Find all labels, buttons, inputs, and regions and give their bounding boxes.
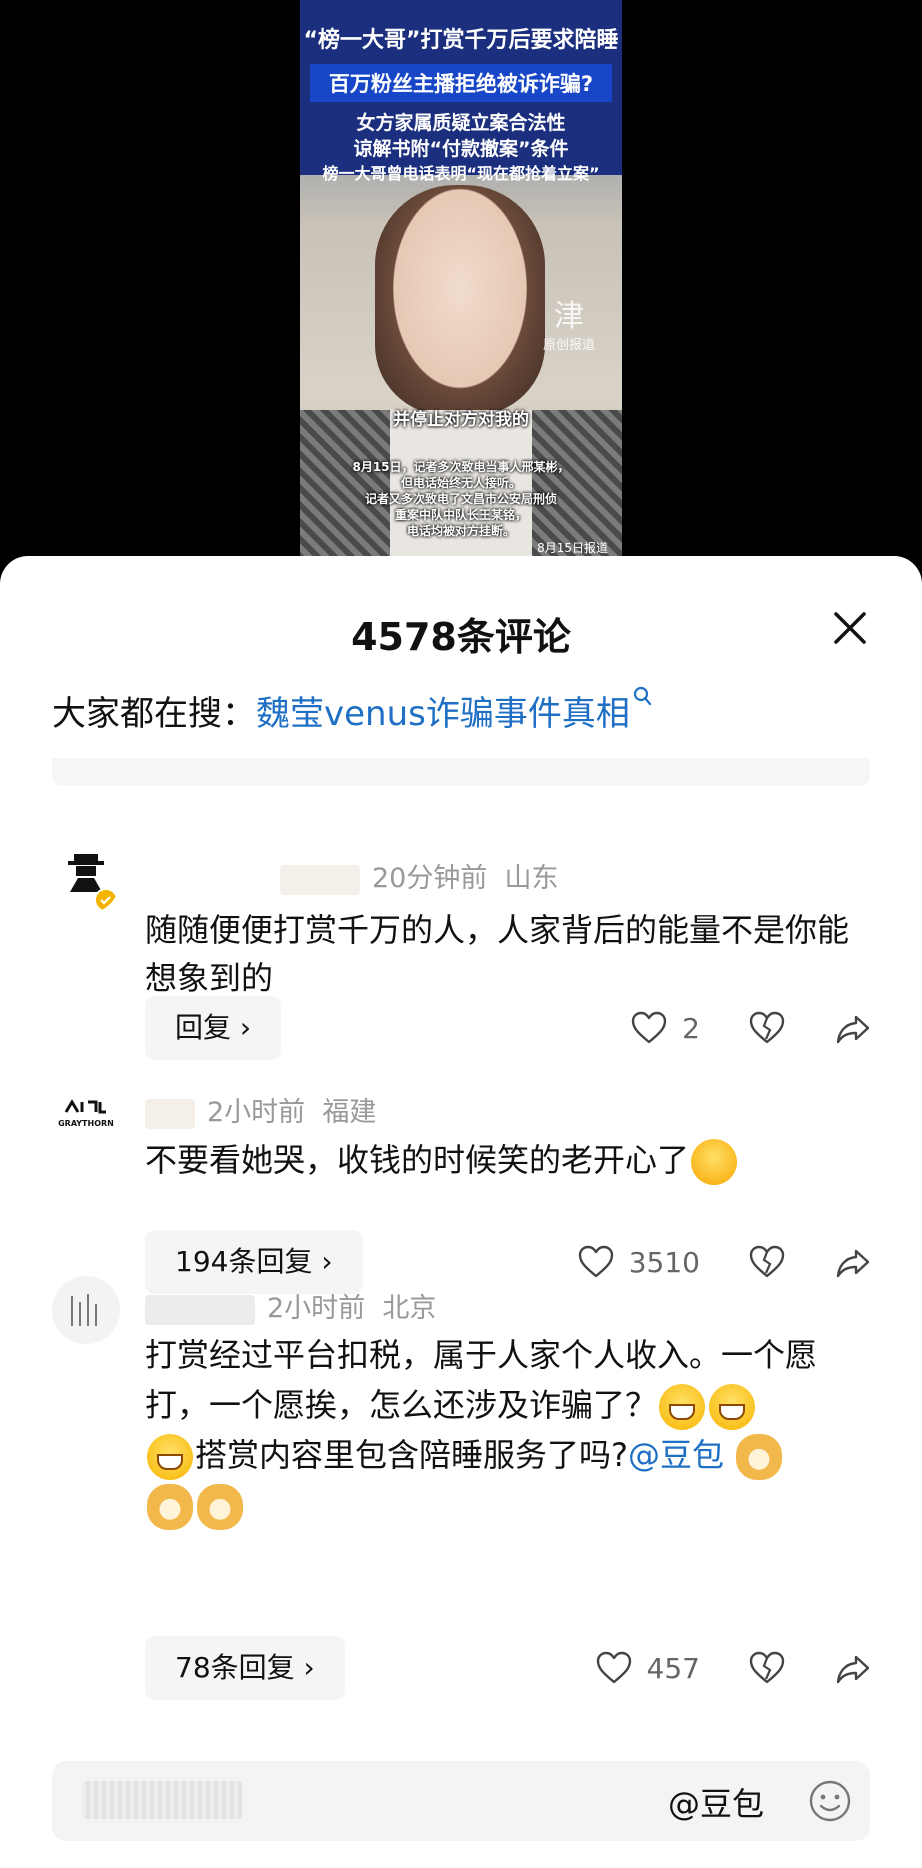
avatar[interactable]: GRAYTHORN [52,1080,120,1148]
comment-actions: 3510 [577,1230,872,1294]
comment-meta: 20分钟前 山东 [145,856,559,895]
input-mention[interactable]: @豆包 [668,1779,764,1825]
broken-heart-icon[interactable] [748,1009,786,1047]
mention-link[interactable]: @豆包 [628,1436,724,1474]
comment-text: 不要看她哭，收钱的时候笑的老开心了 [145,1136,877,1185]
heart-icon [631,1011,667,1044]
video-headline-1: “榜一大哥”打赏千万后要求陪睡 [303,28,619,53]
heart-icon [596,1651,631,1684]
search-icon[interactable] [632,686,652,708]
video-headline-3: 女方家属质疑立案合法性 [356,112,566,134]
username-redacted [280,864,360,895]
input-placeholder-redacted [82,1781,242,1819]
like-count: 457 [646,1651,700,1685]
graythorn-logo-icon: GRAYTHORN [52,1080,120,1148]
doge-emoji-icon [197,1484,243,1530]
trending-search[interactable]: 大家都在搜：魏莹venus诈骗事件真相 [52,686,652,735]
share-icon[interactable] [834,1243,872,1281]
news-logo-text: 原创报道 [542,338,595,353]
abstract-avatar-icon [52,1276,120,1344]
video-caption-3: 记者又多次致电了文昌市公安局刑侦 [364,492,557,506]
laughing-emoji-icon [691,1139,738,1185]
video-subtitle: 并停止对方对我的 [393,410,529,430]
close-icon[interactable] [830,608,870,648]
share-icon[interactable] [834,1009,872,1047]
avatar-label: GRAYTHORN [58,1119,114,1128]
trending-search-keyword[interactable]: 魏莹venus诈骗事件真相 [256,694,630,734]
comment-location: 山东 [504,863,559,894]
section-divider [52,758,870,786]
comment-text: 随随便便打赏千万的人，人家背后的能量不是你能想象到的 [145,911,850,997]
comment-time: 2小时前 [267,1293,366,1324]
comment-sheet: 4578条评论 大家都在搜：魏莹venus诈骗事件真相 20分钟前 山东 随随便… [0,556,922,1868]
share-icon[interactable] [834,1649,872,1687]
trending-search-prefix: 大家都在搜： [52,694,256,734]
video-caption-5: 电话均被对方挂断。 [406,524,515,538]
like-button[interactable]: 3510 [577,1243,700,1281]
reply-button[interactable]: 回复 › [145,996,282,1060]
video-headline-5: 榜一大哥曾电话表明“现在都抢着立案” [322,164,600,183]
news-logo: 津 原创报道 [536,300,602,358]
video-player[interactable]: “榜一大哥”打赏千万后要求陪睡 百万粉丝主播拒绝被诉诈骗? 女方家属质疑立案合法… [300,0,622,560]
doge-emoji-icon [147,1484,193,1530]
emoji-picker-icon[interactable] [808,1779,852,1823]
comment-text-body: 不要看她哭，收钱的时候笑的老开心了 [145,1141,690,1179]
comment-meta: 2小时前 北京 [145,1286,436,1325]
video-date: 8月15日报道 [537,541,608,555]
reply-button[interactable]: 78条回复 › [145,1636,345,1700]
comment-actions: 457 [595,1636,872,1700]
video-person [375,185,545,415]
comment-text-body-2: 搭赏内容里包含陪睡服务了吗? [195,1436,628,1474]
video-headline-2: 百万粉丝主播拒绝被诉诈骗? [310,64,612,102]
video-headline-4: 谅解书附“付款撤案”条件 [353,138,569,160]
heart-icon [578,1245,613,1278]
comment-location: 福建 [322,1097,377,1128]
like-count: 3510 [628,1245,700,1279]
news-logo-mark: 津 [554,299,584,334]
avatar[interactable] [52,846,120,914]
comment-text: 打赏经过平台扣税，属于人家个人收入。一个愿打，一个愿挨，怎么还涉及诈骗了？ 搭赏… [145,1330,877,1530]
video-caption-1: 8月15日，记者多次致电当事人邢某彬， [352,460,570,474]
broken-heart-icon[interactable] [748,1243,786,1281]
comment-time: 2小时前 [207,1097,306,1128]
grinning-emoji-icon [659,1384,706,1430]
avatar[interactable] [52,1276,120,1344]
username-redacted [145,1294,255,1325]
doge-emoji-icon [736,1434,783,1480]
comment-location: 北京 [382,1293,437,1324]
comment-actions: 2 [630,996,872,1060]
comment-time: 20分钟前 [372,863,488,894]
verified-badge-icon [94,888,118,912]
reply-button[interactable]: 194条回复 › [145,1230,363,1294]
username-redacted [145,1098,195,1129]
video-caption-4: 重案中队中队长王某铭， [394,508,527,522]
like-button[interactable]: 2 [630,1009,700,1047]
video-caption-2: 但电话始终无人接听。 [400,476,521,490]
grinning-emoji-icon [709,1384,756,1430]
grinning-emoji-icon [147,1434,193,1480]
like-button[interactable]: 457 [595,1649,700,1687]
broken-heart-icon[interactable] [748,1649,786,1687]
comment-meta: 2小时前 福建 [145,1090,376,1129]
like-count: 2 [682,1011,700,1045]
comment-input[interactable]: @豆包 [52,1761,870,1841]
comment-count-title: 4578条评论 [351,615,571,659]
